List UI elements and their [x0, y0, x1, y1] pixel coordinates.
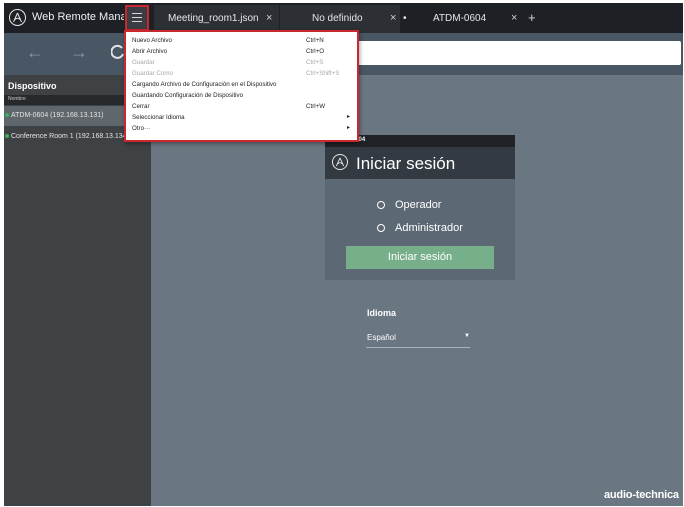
- app-window: Web Remote Manage Meeting_room1.json × N…: [4, 3, 683, 506]
- menu-item[interactable]: Abrir Archivo Ctrl+O: [126, 47, 357, 57]
- radio-button[interactable]: [377, 224, 385, 232]
- reload-icon[interactable]: [111, 44, 125, 60]
- close-icon[interactable]: ×: [390, 12, 396, 24]
- forward-arrow-icon[interactable]: →: [70, 42, 88, 63]
- menu-item[interactable]: Cargando Archivo de Configuración en el …: [126, 80, 357, 90]
- file-menu: Nuevo Archivo Ctrl+N Abrir Archivo Ctrl+O Gu…: [124, 30, 359, 142]
- language-select[interactable]: Español ▼: [366, 328, 470, 348]
- tab-meeting-room1[interactable]: Meeting_room1.json ×: [154, 5, 279, 33]
- title-tab-bar: Web Remote Manage Meeting_room1.json × N…: [4, 3, 683, 33]
- caret-down-icon: ▼: [464, 333, 470, 339]
- tab-label: Meeting_room1.json: [168, 13, 259, 24]
- add-tab-button[interactable]: +: [528, 10, 536, 25]
- tab-label: No definido: [312, 13, 363, 24]
- menu-item-shortcut: Ctrl+Shift+S: [306, 70, 340, 77]
- tab-no-definido[interactable]: No definido ×: [280, 5, 400, 33]
- menu-item-shortcut: Ctrl+O: [306, 48, 325, 55]
- close-icon[interactable]: ×: [511, 12, 517, 24]
- language-title: Idioma: [367, 308, 397, 318]
- online-status-icon: [5, 113, 9, 117]
- menu-item-label: Cerrar: [132, 103, 150, 110]
- radio-button[interactable]: [377, 201, 385, 209]
- language-value: Español: [367, 333, 396, 342]
- hamburger-menu-button[interactable]: [125, 5, 149, 31]
- login-title: Iniciar sesión: [356, 154, 456, 173]
- login-button[interactable]: Iniciar sesión: [346, 246, 494, 269]
- menu-item-label: Abrir Archivo: [132, 48, 168, 55]
- menu-item[interactable]: Seleccionar Idioma ▸: [126, 113, 357, 123]
- menu-item[interactable]: Cerrar Ctrl+W: [126, 102, 357, 112]
- sidebar-title: Dispositivo: [8, 81, 57, 91]
- menu-item-label: Guardar Como: [132, 70, 173, 77]
- audio-technica-logo-icon: [9, 9, 26, 26]
- online-status-icon: [5, 134, 9, 138]
- menu-item: Guardar Como Ctrl+Shift+S: [126, 69, 357, 79]
- brand-logo: audio-technica: [604, 489, 679, 501]
- login-header: Iniciar sesión: [325, 147, 515, 179]
- back-arrow-icon[interactable]: ←: [26, 42, 44, 63]
- menu-item-label: Guardando Configuración de Dispositivo: [132, 92, 244, 99]
- menu-item-shortcut: Ctrl+W: [306, 103, 326, 110]
- menu-item-label: Nuevo Archivo: [132, 37, 172, 44]
- column-header-label: Nombre: [8, 96, 26, 102]
- menu-item-label: Cargando Archivo de Configuración en el …: [132, 81, 277, 88]
- menu-item-shortcut: Ctrl+N: [306, 37, 324, 44]
- menu-item-shortcut: Ctrl+S: [306, 59, 324, 66]
- close-icon[interactable]: ×: [266, 12, 272, 24]
- menu-item-label: Guardar: [132, 59, 155, 66]
- menu-item[interactable]: Otro··· ▸: [126, 124, 357, 134]
- device-label: ATDM-0604 (192.168.13.131): [11, 112, 104, 119]
- menu-item: Guardar Ctrl+S: [126, 58, 357, 68]
- role-label: Operador: [395, 199, 442, 211]
- login-panel: ATDM-0604 Iniciar sesión Operador Admini…: [325, 135, 515, 280]
- audio-technica-logo-icon: [332, 154, 348, 170]
- menu-line-icon: [132, 13, 142, 14]
- menu-item[interactable]: Nuevo Archivo Ctrl+N: [126, 36, 357, 46]
- role-label: Administrador: [395, 222, 463, 234]
- tab-atdm-0604[interactable]: • ATDM-0604 ×: [401, 5, 526, 33]
- active-tab-dot-icon: •: [403, 13, 407, 24]
- menu-item-label: Otro···: [132, 125, 151, 132]
- tab-label: ATDM-0604: [433, 13, 487, 24]
- menu-item[interactable]: Guardando Configuración de Dispositivo: [126, 91, 357, 101]
- address-bar[interactable]: [339, 41, 681, 65]
- submenu-arrow-icon: ▸: [347, 125, 351, 131]
- menu-line-icon: [132, 17, 142, 18]
- device-label: Conference Room 1 (192.168.13.134): [11, 133, 129, 140]
- menu-line-icon: [132, 21, 142, 22]
- menu-item-label: Seleccionar Idioma: [132, 114, 185, 121]
- submenu-arrow-icon: ▸: [347, 114, 351, 120]
- app-title: Web Remote Manage: [32, 11, 124, 23]
